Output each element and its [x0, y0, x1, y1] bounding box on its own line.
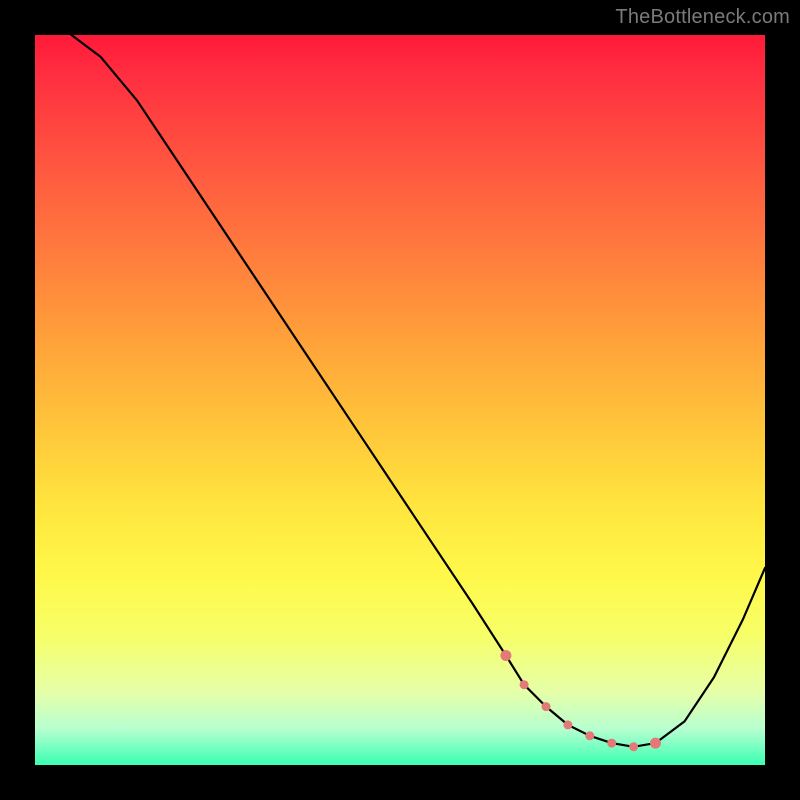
- marker-group: [500, 650, 661, 751]
- watermark-label: TheBottleneck.com: [615, 6, 790, 29]
- marker-dot: [650, 738, 661, 749]
- chart-frame: TheBottleneck.com: [0, 0, 800, 800]
- marker-dot: [585, 731, 594, 740]
- marker-dot: [563, 720, 572, 729]
- marker-dot: [520, 680, 529, 689]
- marker-dot: [500, 650, 511, 661]
- plot-area: [35, 35, 765, 765]
- marker-dot: [607, 739, 616, 748]
- marker-dot: [629, 742, 638, 751]
- marker-dot: [542, 702, 551, 711]
- curve-path: [72, 35, 766, 747]
- curve-svg: [35, 35, 765, 765]
